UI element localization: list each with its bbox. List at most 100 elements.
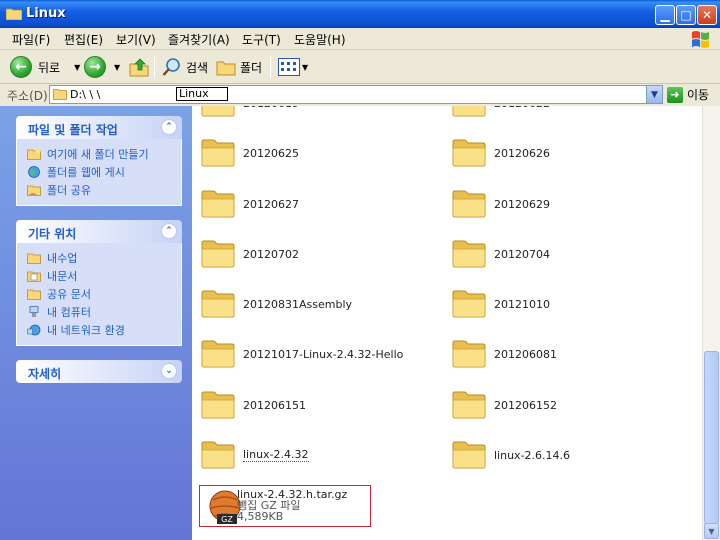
address-current-folder[interactable]: Linux	[176, 87, 228, 101]
views-grid-icon	[278, 58, 300, 76]
folder-item[interactable]: 20120622	[452, 106, 550, 118]
folder-icon	[27, 253, 41, 264]
shared-folder-icon	[27, 289, 41, 300]
task-publish-web[interactable]: 폴더를 웹에 게시	[27, 163, 181, 181]
search-label: 검색	[186, 60, 209, 75]
file-folder-tasks-header[interactable]: 파일 및 폴더 작업 ⌃	[16, 116, 182, 139]
new-folder-icon	[27, 148, 41, 160]
share-folder-icon	[27, 185, 41, 196]
up-folder-button[interactable]	[128, 54, 150, 80]
other-places-header[interactable]: 기타 위치 ⌃	[16, 220, 182, 243]
file-list: 20120619 20120625 20120627 20120702 2012…	[192, 106, 702, 540]
close-icon: ✕	[701, 8, 713, 22]
place-my-documents[interactable]: 내문서	[27, 267, 181, 285]
folder-item[interactable]: 20120627	[201, 189, 299, 219]
address-label: 주소(D)	[7, 89, 48, 103]
folder-icon	[53, 89, 67, 100]
place-my-computer[interactable]: 내 컴퓨터	[27, 303, 181, 321]
folder-name: 20121017-Linux-2.4.32-Hello	[243, 347, 404, 361]
selected-file-item[interactable]: GZ linux-2.4.32.h.tar.gz 뺑집 GZ 파일 4,589KB	[199, 485, 371, 527]
chevron-down-icon: ▼	[302, 62, 309, 72]
address-input[interactable]: D:\ \ \ Linux ▼	[49, 85, 663, 104]
menu-edit[interactable]: 편집(E)	[64, 31, 103, 48]
task-label: 폴더 공유	[47, 184, 91, 197]
folder-icon	[201, 139, 235, 167]
search-button[interactable]: 검색	[162, 54, 208, 80]
folder-name: 20120619	[243, 106, 299, 110]
vertical-scrollbar[interactable]: ▼	[702, 106, 720, 540]
chevron-down-icon: ▼	[651, 89, 658, 100]
folder-name: 201206151	[243, 398, 306, 412]
address-bar: 주소(D) D:\ \ \ Linux ▼ ➜ 이동	[0, 84, 720, 106]
scrollbar-thumb[interactable]	[704, 351, 719, 524]
close-button[interactable]: ✕	[697, 5, 717, 25]
panel-title: 자세히	[28, 367, 62, 381]
toolbar-separator	[270, 56, 271, 78]
folder-item[interactable]: 20120619	[201, 106, 299, 118]
details-header[interactable]: 자세히 ⌄	[16, 360, 182, 383]
file-size: 4,589KB	[237, 510, 284, 523]
folder-name: 20120625	[243, 146, 299, 160]
task-label: 폴더를 웹에 게시	[47, 166, 125, 179]
folder-icon	[452, 290, 486, 318]
expand-icon[interactable]: ⌄	[161, 363, 177, 379]
folder-item[interactable]: 20120831Assembly	[201, 289, 352, 319]
place-my-class[interactable]: 내수업	[27, 249, 181, 267]
scroll-down-button[interactable]: ▼	[704, 523, 719, 539]
folder-name: 20120622	[494, 106, 550, 110]
task-new-folder[interactable]: 여기에 새 폴더 만들기	[27, 145, 181, 163]
place-shared-documents[interactable]: 공유 문서	[27, 285, 181, 303]
address-dropdown-button[interactable]: ▼	[646, 86, 662, 103]
my-documents-icon	[27, 271, 41, 282]
folder-item[interactable]: linux-2.4.32	[201, 440, 309, 470]
folder-icon	[452, 441, 486, 469]
forward-arrow-icon: →	[84, 56, 106, 78]
place-label: 내 네트워크 환경	[47, 324, 125, 337]
folder-icon	[452, 340, 486, 368]
minimize-button[interactable]: ▁	[655, 5, 675, 25]
folder-item[interactable]: 201206152	[452, 390, 557, 420]
task-pane: 파일 및 폴더 작업 ⌃ 여기에 새 폴더 만들기 폴더를 웹에 게시 폴더 공…	[0, 106, 192, 540]
folder-item[interactable]: 20120625	[201, 138, 299, 168]
folder-item[interactable]: 20120626	[452, 138, 550, 168]
folder-item[interactable]: 20121010	[452, 289, 550, 319]
folders-button[interactable]: 폴더	[216, 54, 262, 80]
task-label: 여기에 새 폴더 만들기	[47, 148, 149, 161]
back-button[interactable]: ← 뒤로 ▼	[10, 54, 80, 80]
forward-button[interactable]: → ▼	[84, 54, 120, 80]
toolbar-separator	[154, 56, 155, 78]
maximize-icon: □	[680, 8, 692, 22]
folder-name: 20120831Assembly	[243, 297, 353, 311]
network-icon	[27, 324, 41, 336]
folder-item[interactable]: 20120704	[452, 239, 550, 269]
menu-favorites[interactable]: 즐겨찾기(A)	[168, 31, 230, 48]
place-my-network[interactable]: 내 네트워크 환경	[27, 321, 181, 339]
folder-item[interactable]: 201206151	[201, 390, 306, 420]
folder-item[interactable]: 20120629	[452, 189, 550, 219]
views-button[interactable]: ▼	[278, 54, 308, 80]
folder-item[interactable]: linux-2.6.14.6	[452, 440, 570, 470]
globe-icon	[28, 166, 40, 178]
menu-bar: 파일(F) 편집(E) 보기(V) 즐겨찾기(A) 도구(T) 도움말(H)	[0, 28, 720, 50]
back-arrow-icon: ←	[10, 56, 32, 78]
place-label: 내문서	[47, 270, 78, 283]
collapse-icon[interactable]: ⌃	[161, 119, 177, 135]
collapse-icon[interactable]: ⌃	[161, 223, 177, 239]
folder-item[interactable]: 201206081	[452, 339, 557, 369]
folder-item[interactable]: 20120702	[201, 239, 299, 269]
task-share-folder[interactable]: 폴더 공유	[27, 181, 181, 199]
go-button[interactable]: ➜ 이동	[667, 86, 709, 103]
folder-name: 20120629	[494, 197, 550, 211]
menu-help[interactable]: 도움말(H)	[294, 31, 346, 48]
svg-text:GZ: GZ	[221, 515, 233, 524]
maximize-button[interactable]: □	[676, 5, 696, 25]
folder-icon	[201, 106, 235, 117]
menu-view[interactable]: 보기(V)	[116, 31, 156, 48]
folder-item[interactable]: 20121017-Linux-2.4.32-Hello	[201, 339, 403, 369]
menu-file[interactable]: 파일(F)	[12, 31, 50, 48]
folder-icon	[452, 190, 486, 218]
folder-icon	[201, 290, 235, 318]
menu-tools[interactable]: 도구(T)	[242, 31, 281, 48]
back-label: 뒤로	[38, 60, 61, 75]
folder-name: linux-2.6.14.6	[494, 448, 571, 462]
